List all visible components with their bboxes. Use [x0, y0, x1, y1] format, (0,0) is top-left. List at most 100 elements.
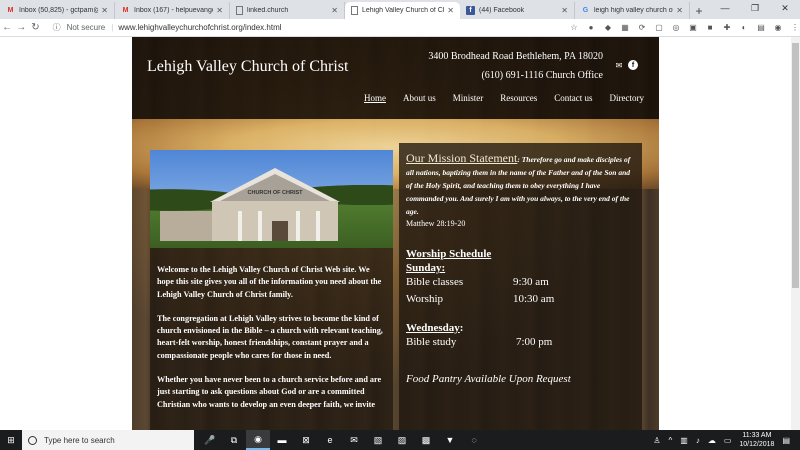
nav-contact-us[interactable]: Contact us — [554, 93, 592, 103]
schedule-row: Bible classes 9:30 am — [406, 274, 635, 291]
minimize-icon[interactable]: — — [710, 0, 740, 16]
service-name: Bible classes — [406, 276, 464, 288]
tab-facebook[interactable]: f (44) Facebook ✕ — [460, 2, 575, 19]
back-icon[interactable]: ← — [0, 22, 14, 33]
site-navigation: Home About us Minister Resources Contact… — [364, 93, 644, 103]
battery-icon[interactable]: ▭ — [724, 436, 732, 445]
tab-label: Inbox (167) - helpuevangel... — [134, 7, 213, 14]
windows-start-icon[interactable]: ⊞ — [0, 430, 22, 450]
edge-icon[interactable]: e — [318, 430, 342, 450]
invitation-paragraph: Whether you have never been to a church … — [157, 375, 382, 409]
page-viewport: Lehigh Valley Church of Christ 3400 Brod… — [0, 37, 800, 430]
extension-icon[interactable]: ⟳ — [637, 23, 647, 33]
nav-about-us[interactable]: About us — [403, 93, 436, 103]
tray-expand-icon[interactable]: ^ — [669, 436, 673, 445]
nav-minister[interactable]: Minister — [453, 93, 484, 103]
mission-schedule-panel: Our Mission Statement: Therefore go and … — [399, 143, 642, 430]
extension-icon[interactable]: ▢ — [654, 23, 664, 33]
notifications-icon[interactable]: ▤ — [782, 436, 790, 445]
windows-taskbar: ⊞ Type here to search 🎤 ⧉ ◉ ▬ ⊠ e ✉ ▧ ▨ … — [0, 430, 800, 450]
facebook-icon[interactable]: f — [628, 60, 638, 70]
mission-heading: Our Mission Statement — [406, 151, 518, 165]
microphone-icon[interactable]: 🎤 — [198, 430, 222, 450]
extension-icon[interactable]: ▦ — [620, 23, 630, 33]
extension-icon[interactable]: ◐ — [739, 23, 749, 33]
pillar — [238, 211, 242, 241]
menu-icon[interactable]: ⋮ — [790, 23, 800, 33]
system-tray: ♙ ^ ▥ ♪ ☁ ▭ 11:33 AM 10/12/2018 ▤ — [653, 430, 790, 450]
tab-gmail-2[interactable]: M Inbox (167) - helpuevangel... ✕ — [115, 2, 230, 19]
nav-directory[interactable]: Directory — [610, 93, 644, 103]
wednesday-label: Wednesday — [406, 322, 460, 334]
scripture-reference: Matthew 28:19-20 — [406, 219, 466, 228]
reload-icon[interactable]: ↻ — [28, 22, 42, 33]
taskbar-search[interactable]: Type here to search — [22, 430, 194, 450]
extension-icon[interactable]: ◎ — [671, 23, 681, 33]
close-icon[interactable]: ✕ — [101, 6, 108, 15]
store-icon[interactable]: ⊠ — [294, 430, 318, 450]
extension-icon[interactable]: ■ — [705, 23, 715, 33]
people-icon[interactable]: ♙ — [653, 436, 660, 445]
volume-icon[interactable]: ♪ — [696, 436, 700, 445]
extension-icons: ☆ ● ◆ ▦ ⟳ ▢ ◎ ▣ ■ ✚ ◐ ▤ ◉ ⋮ — [569, 23, 800, 33]
scrollbar-thumb[interactable] — [792, 43, 799, 288]
new-tab-button[interactable]: + — [690, 2, 708, 19]
profile-avatar-icon[interactable]: ◉ — [773, 23, 783, 33]
onedrive-icon[interactable]: ☁ — [708, 436, 716, 445]
nav-resources[interactable]: Resources — [500, 93, 537, 103]
security-label: Not secure — [66, 23, 106, 32]
building-door — [272, 221, 288, 241]
maximize-icon[interactable]: ❐ — [740, 0, 770, 16]
extension-icon[interactable]: ● — [586, 23, 596, 33]
browser-toolbar: ← → ↻ ⓘ Not secure | www.lehighvalleychu… — [0, 19, 800, 37]
tab-linked-church[interactable]: linked.church ✕ — [230, 2, 345, 19]
close-icon[interactable]: ✕ — [447, 6, 454, 15]
nav-home[interactable]: Home — [364, 93, 386, 103]
mail-icon[interactable]: ✉ — [342, 430, 366, 450]
close-icon[interactable]: ✕ — [561, 6, 568, 15]
extension-icon[interactable]: ✚ — [722, 23, 732, 33]
bookmark-star-icon[interactable]: ☆ — [569, 23, 579, 33]
food-pantry-note: Food Pantry Available Upon Request — [406, 373, 571, 385]
app-icon[interactable]: ◌ — [462, 430, 486, 450]
tab-label: (44) Facebook — [479, 7, 525, 14]
close-window-icon[interactable]: ✕ — [770, 0, 800, 16]
taskbar-clock[interactable]: 11:33 AM 10/12/2018 — [739, 431, 774, 449]
tab-label: leigh high valley church of C... — [594, 7, 673, 14]
file-explorer-icon[interactable]: ▬ — [270, 430, 294, 450]
address-bar[interactable]: ⓘ Not secure | www.lehighvalleychurchofc… — [49, 21, 559, 35]
site-title[interactable]: Lehigh Valley Church of Christ — [147, 58, 348, 76]
scrollbar[interactable] — [791, 37, 800, 430]
tab-gmail-1[interactable]: M Inbox (50,825) - gctpam@g... ✕ — [0, 2, 115, 19]
app-icon[interactable]: ▨ — [390, 430, 414, 450]
info-icon[interactable]: ⓘ — [53, 22, 61, 33]
forward-icon[interactable]: → — [14, 22, 28, 33]
close-icon[interactable]: ✕ — [676, 6, 683, 15]
url-text: www.lehighvalleychurchofchrist.org/index… — [118, 23, 282, 32]
church-address: 3400 Brodhead Road Bethlehem, PA 18020 — [428, 51, 603, 62]
app-icon[interactable]: ▧ — [366, 430, 390, 450]
search-placeholder: Type here to search — [44, 435, 115, 445]
document-icon — [236, 6, 243, 15]
close-icon[interactable]: ✕ — [216, 6, 223, 15]
extension-icon[interactable]: ▤ — [756, 23, 766, 33]
app-icon[interactable]: ▼ — [438, 430, 462, 450]
tab-google-search[interactable]: G leigh high valley church of C... ✕ — [575, 2, 690, 19]
chrome-icon[interactable]: ◉ — [246, 430, 270, 450]
photos-icon[interactable]: ▩ — [414, 430, 438, 450]
pillar — [296, 211, 300, 241]
close-icon[interactable]: ✕ — [331, 6, 338, 15]
email-icon[interactable]: ✉ — [614, 60, 624, 70]
facebook-icon: f — [466, 6, 475, 15]
welcome-panel: Welcome to the Lehigh Valley Church of C… — [150, 248, 393, 430]
building-wing — [160, 211, 216, 241]
extension-icon[interactable]: ◆ — [603, 23, 613, 33]
gmail-icon: M — [122, 7, 129, 14]
cortana-icon — [28, 435, 37, 445]
tab-lehigh-valley[interactable]: Lehigh Valley Church of Chr... ✕ — [345, 2, 460, 19]
extension-icon[interactable]: ▣ — [688, 23, 698, 33]
tab-label: Lehigh Valley Church of Chr... — [362, 7, 444, 14]
task-view-icon[interactable]: ⧉ — [222, 430, 246, 450]
worship-schedule-heading: Worship Schedule — [406, 248, 492, 260]
network-icon[interactable]: ▥ — [680, 436, 688, 445]
